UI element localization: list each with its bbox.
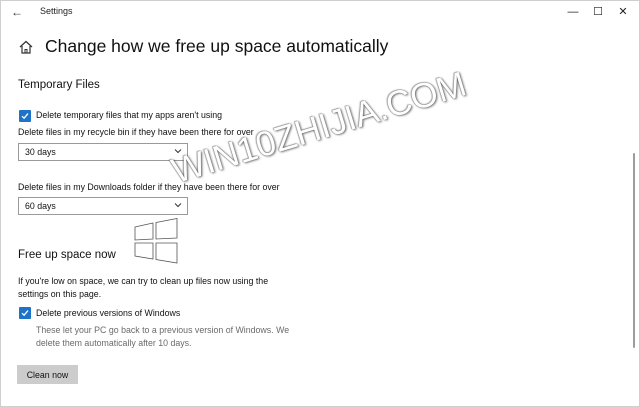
recycle-bin-value: 30 days xyxy=(25,147,56,157)
recycle-bin-dropdown[interactable]: 30 days xyxy=(18,143,188,161)
recycle-bin-label: Delete files in my recycle bin if they h… xyxy=(18,127,254,137)
temporary-files-heading: Temporary Files xyxy=(18,79,100,91)
settings-window: ← Settings — ☐ ✕ Change how we free up s… xyxy=(0,0,640,407)
checkmark-icon xyxy=(21,113,29,120)
previous-windows-note-line2: delete them automatically after 10 days. xyxy=(36,338,192,348)
checkmark-icon xyxy=(21,310,29,317)
close-button[interactable]: ✕ xyxy=(613,3,633,21)
downloads-label: Delete files in my Downloads folder if t… xyxy=(18,182,280,192)
free-up-description-line1: If you're low on space, we can try to cl… xyxy=(18,276,269,286)
maximize-button[interactable]: ☐ xyxy=(588,3,608,21)
page-title: Change how we free up space automaticall… xyxy=(45,36,389,56)
delete-temp-files-label: Delete temporary files that my apps aren… xyxy=(36,110,223,120)
previous-windows-note-line1: These let your PC go back to a previous … xyxy=(36,325,290,335)
downloads-dropdown[interactable]: 60 days xyxy=(18,197,188,215)
chevron-down-icon xyxy=(174,149,182,154)
free-up-description-line2: settings on this page. xyxy=(18,289,102,299)
back-arrow-icon[interactable]: ← xyxy=(9,4,25,20)
downloads-value: 60 days xyxy=(25,201,56,211)
home-icon xyxy=(19,40,33,54)
chevron-down-icon xyxy=(174,203,182,208)
delete-previous-windows-checkbox[interactable] xyxy=(19,307,31,319)
delete-previous-windows-label: Delete previous versions of Windows xyxy=(36,308,181,318)
minimize-button[interactable]: — xyxy=(563,3,583,21)
free-up-space-heading: Free up space now xyxy=(18,249,116,261)
scrollbar[interactable] xyxy=(633,153,635,348)
windows-logo-icon xyxy=(134,218,178,264)
title-bar: ← Settings — ☐ ✕ xyxy=(1,1,639,23)
watermark: WIN10ZHIJIA.COM xyxy=(133,64,505,264)
delete-temp-files-checkbox[interactable] xyxy=(19,110,31,122)
app-title: Settings xyxy=(40,6,73,16)
clean-now-button[interactable]: Clean now xyxy=(17,365,78,384)
